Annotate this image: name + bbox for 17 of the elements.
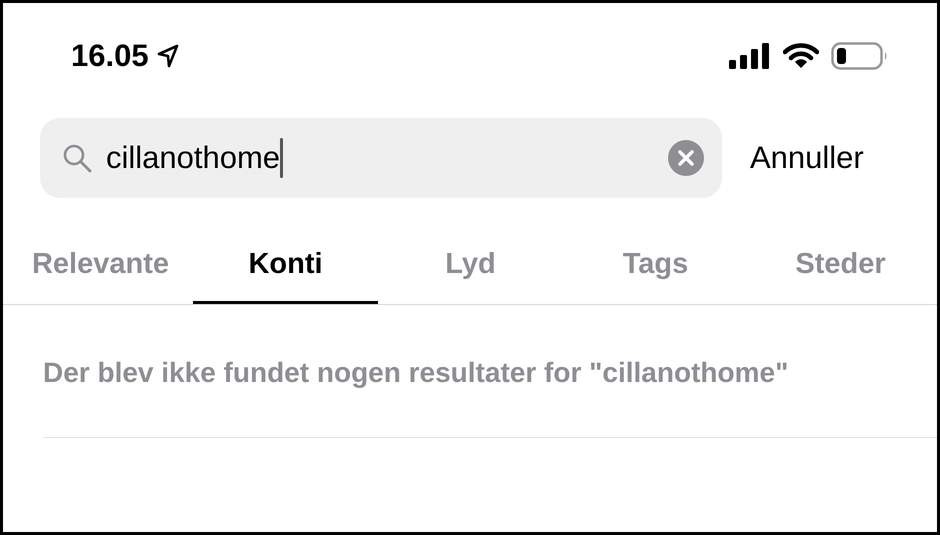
search-field[interactable]: cillanothome <box>40 118 722 198</box>
tab[interactable]: Tags <box>563 238 748 304</box>
search-icon <box>62 143 92 173</box>
cancel-button[interactable]: Annuller <box>750 140 864 176</box>
tab[interactable]: Konti <box>193 238 378 304</box>
status-time: 16.05 <box>71 38 149 74</box>
search-value: cillanothome <box>106 140 280 176</box>
wifi-icon <box>783 43 819 69</box>
clear-icon[interactable] <box>668 140 704 176</box>
text-cursor <box>280 138 284 178</box>
battery-icon <box>831 42 889 70</box>
signal-icon <box>729 43 771 69</box>
location-arrow-icon <box>156 44 179 68</box>
tab[interactable]: Lyd <box>378 238 563 304</box>
tab[interactable]: Steder <box>748 238 933 304</box>
no-results-message: Der blev ikke fundet nogen resultater for "cillanothome" <box>42 356 790 390</box>
tab[interactable]: Relevante <box>8 238 193 304</box>
